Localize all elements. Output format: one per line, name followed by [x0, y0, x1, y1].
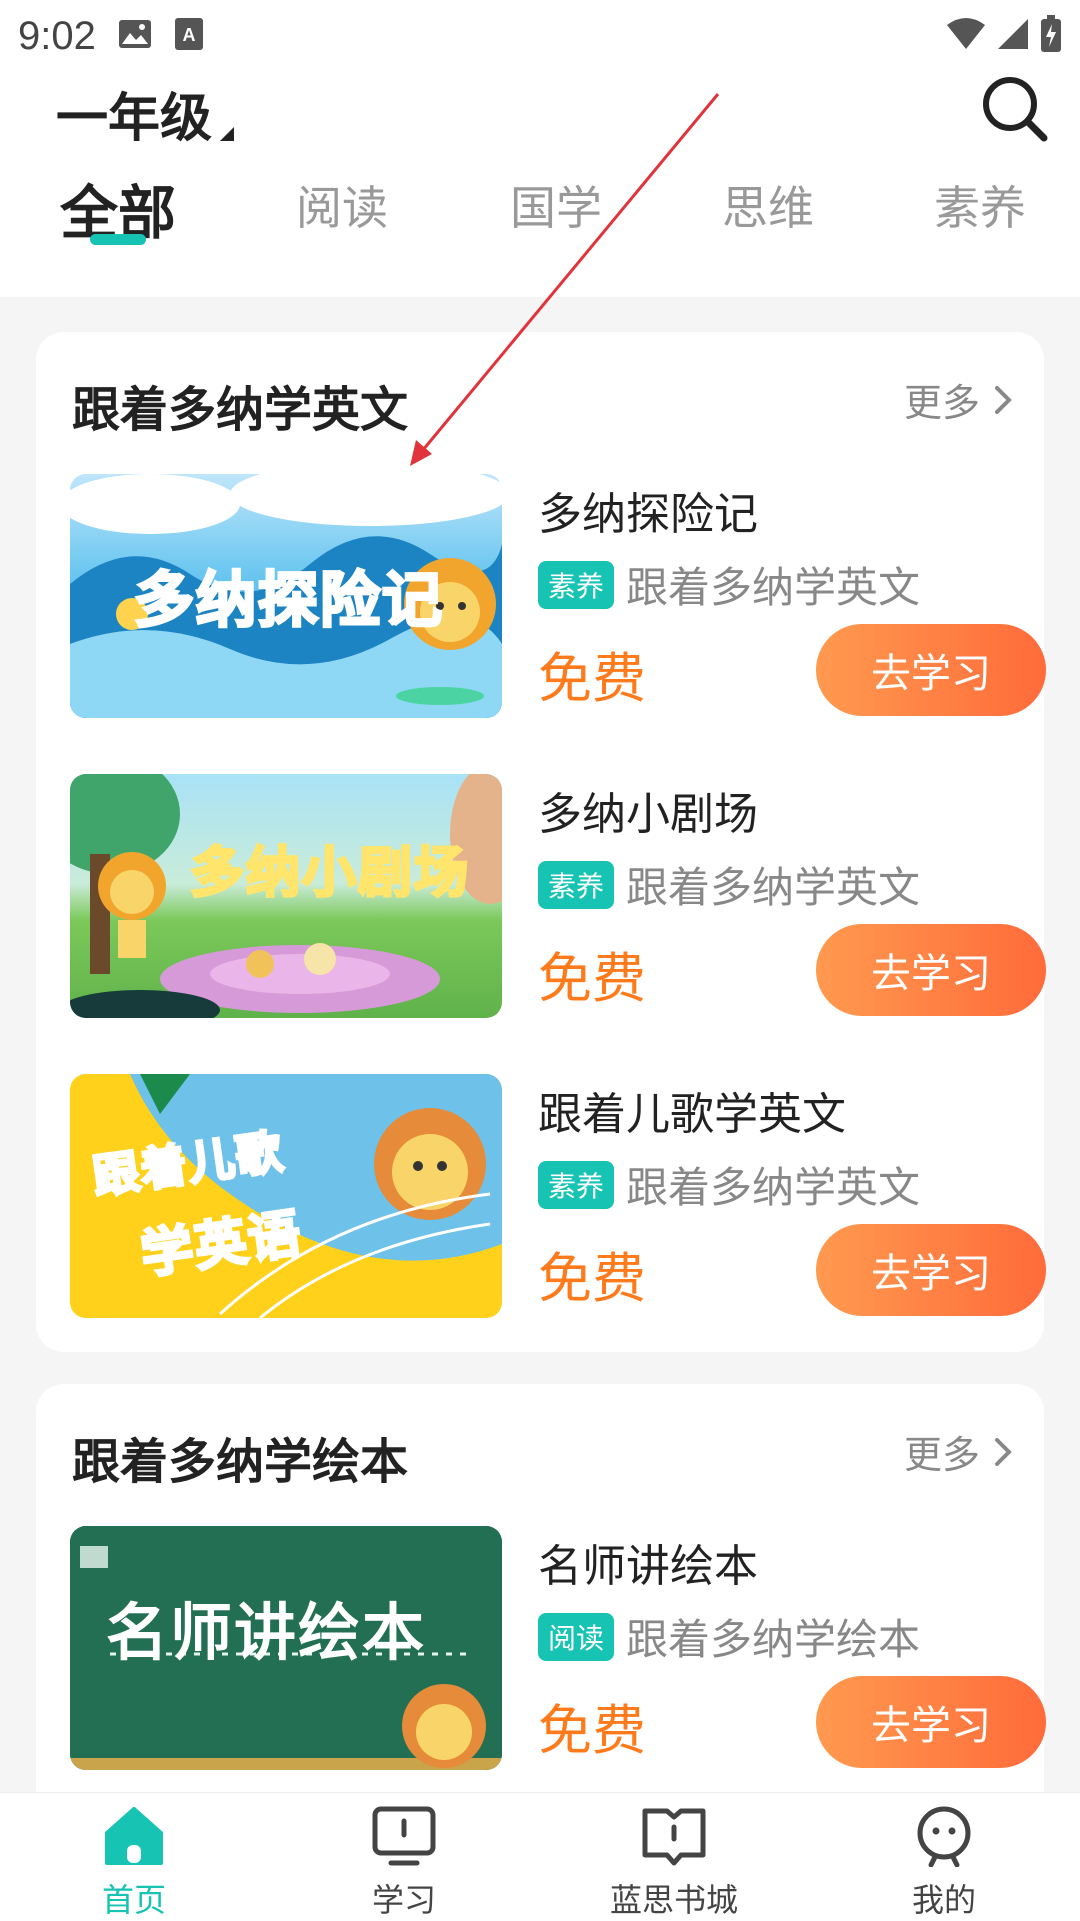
- course-title: 多纳小剧场: [538, 789, 758, 840]
- section-card-picture-books: 跟着多纳学绘本 更多 名师讲绘本 名师讲绘本 阅读 跟着多纳学绘本 免费 去学习: [36, 1384, 1046, 1792]
- status-bar: 9:02 A: [0, 0, 1080, 72]
- category-tabs: 全部 阅读 国学 思维 素养: [0, 172, 1080, 282]
- more-link[interactable]: 更多: [904, 1424, 1012, 1479]
- course-price: 免费: [538, 1699, 646, 1762]
- chevron-right-icon: [995, 1437, 1012, 1466]
- tab-guoxue[interactable]: 国学: [510, 172, 602, 238]
- go-learn-button[interactable]: 去学习: [816, 924, 1046, 1016]
- course-price: 免费: [538, 947, 646, 1010]
- course-meta: 素养 跟着多纳学英文: [538, 1154, 920, 1215]
- course-item[interactable]: 名师讲绘本 名师讲绘本 阅读 跟着多纳学绘本 免费 去学习: [70, 1526, 1046, 1770]
- category-tag: 素养: [538, 860, 615, 909]
- more-label: 更多: [903, 381, 980, 425]
- course-title: 名师讲绘本: [538, 1541, 758, 1592]
- svg-text:A: A: [182, 25, 195, 45]
- dropdown-triangle-icon: [220, 127, 235, 141]
- course-meta: 阅读 跟着多纳学绘本: [538, 1606, 920, 1667]
- nav-learn[interactable]: 学习: [324, 1793, 484, 1921]
- header: 一年级 全部 阅读 国学 思维 素养: [0, 72, 1080, 297]
- course-price: 免费: [538, 1247, 646, 1310]
- more-label: 更多: [903, 1433, 980, 1477]
- course-series: 跟着多纳学绘本: [626, 1615, 921, 1664]
- grade-label: 一年级: [56, 89, 213, 149]
- category-tag: 素养: [538, 1160, 615, 1209]
- chevron-right-icon: [995, 385, 1012, 414]
- accessibility-notification-icon: A: [174, 17, 204, 55]
- course-thumbnail[interactable]: 名师讲绘本: [70, 1526, 502, 1770]
- go-learn-button[interactable]: 去学习: [816, 1676, 1046, 1768]
- nav-bookstore[interactable]: 蓝思书城: [594, 1793, 754, 1921]
- home-icon: [105, 1807, 163, 1865]
- course-title: 跟着儿歌学英文: [538, 1089, 846, 1140]
- nav-label: 学习: [371, 1881, 436, 1919]
- go-learn-button[interactable]: 去学习: [816, 1224, 1046, 1316]
- profile-icon: [917, 1806, 971, 1867]
- status-time: 9:02: [18, 13, 96, 58]
- course-item[interactable]: 跟着儿歌 学英语 跟着儿歌学英文 素养 跟着多纳学英文 免费 去学习: [70, 1074, 1046, 1318]
- nav-label: 我的: [911, 1881, 976, 1919]
- nav-label: 首页: [101, 1881, 166, 1919]
- monitor-icon: [372, 1806, 436, 1866]
- category-tag: 阅读: [538, 1612, 615, 1661]
- book-icon: [642, 1808, 706, 1866]
- course-series: 跟着多纳学英文: [626, 863, 921, 912]
- course-item[interactable]: 多纳小剧场 多纳小剧场 素养 跟着多纳学英文 免费 去学习: [70, 774, 1046, 1018]
- tab-reading[interactable]: 阅读: [296, 172, 388, 238]
- category-tag: 素养: [538, 560, 615, 609]
- go-learn-button[interactable]: 去学习: [816, 624, 1046, 716]
- search-icon: [983, 77, 1048, 142]
- course-meta: 素养 跟着多纳学英文: [538, 854, 920, 915]
- wifi-icon: [946, 17, 986, 55]
- tab-thinking[interactable]: 思维: [722, 172, 814, 238]
- course-price: 免费: [538, 647, 646, 710]
- image-notification-icon: [118, 19, 152, 53]
- course-thumbnail[interactable]: 多纳探险记: [70, 474, 502, 718]
- course-title: 多纳探险记: [538, 489, 758, 540]
- course-meta: 素养 跟着多纳学英文: [538, 554, 920, 615]
- section-title: 跟着多纳学英文: [72, 382, 409, 438]
- course-series: 跟着多纳学英文: [626, 1163, 921, 1212]
- more-link[interactable]: 更多: [904, 372, 1012, 427]
- nav-profile[interactable]: 我的: [864, 1793, 1024, 1921]
- section-card-english: 跟着多纳学英文 更多 多纳探险记 多纳探险记 素养 跟着多纳学英文 免费 去学习…: [36, 332, 1046, 1352]
- bottom-nav: 首页 学习 蓝思书城 我的: [0, 1792, 1080, 1921]
- grade-selector[interactable]: 一年级: [56, 76, 235, 151]
- thumbnail-caption: 多纳探险记: [133, 565, 444, 638]
- search-button[interactable]: [978, 72, 1054, 148]
- course-thumbnail[interactable]: 多纳小剧场: [70, 774, 502, 1018]
- signal-icon: [996, 17, 1030, 55]
- thumbnail-caption: 名师讲绘本: [106, 1596, 427, 1669]
- course-thumbnail[interactable]: 跟着儿歌 学英语: [70, 1074, 502, 1318]
- active-tab-indicator: [90, 234, 146, 245]
- section-title: 跟着多纳学绘本: [72, 1434, 409, 1490]
- course-item[interactable]: 多纳探险记 多纳探险记 素养 跟着多纳学英文 免费 去学习: [70, 474, 1046, 718]
- course-series: 跟着多纳学英文: [626, 563, 921, 612]
- nav-home[interactable]: 首页: [54, 1793, 214, 1921]
- thumbnail-caption: 多纳小剧场: [189, 840, 470, 906]
- battery-charging-icon: [1040, 15, 1062, 57]
- tab-literacy[interactable]: 素养: [934, 172, 1026, 238]
- nav-label: 蓝思书城: [609, 1881, 738, 1919]
